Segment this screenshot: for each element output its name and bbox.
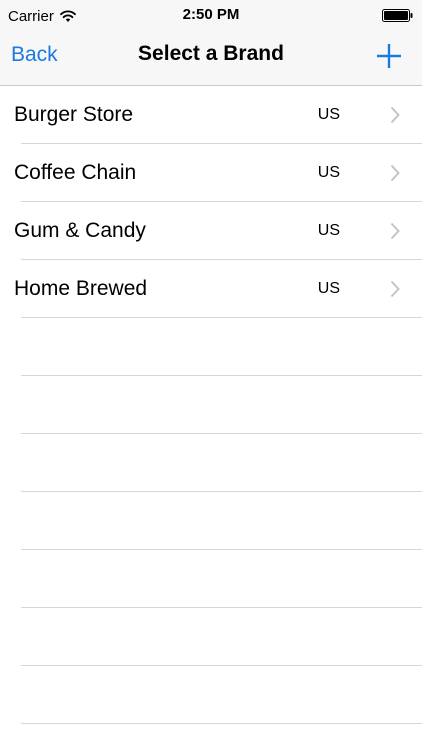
empty-table-row <box>0 492 422 550</box>
back-button[interactable]: Back <box>11 43 58 67</box>
empty-table-row <box>0 318 422 376</box>
screen: Carrier 2:50 PM Back Select a Brand Burg… <box>0 0 422 750</box>
chevron-right-icon <box>390 280 400 298</box>
page-title: Select a Brand <box>138 42 284 65</box>
table-row[interactable]: Home Brewed US <box>0 260 422 318</box>
chevron-right-icon <box>390 106 400 124</box>
status-time: 2:50 PM <box>182 6 240 23</box>
table-row[interactable]: Coffee Chain US <box>0 144 422 202</box>
empty-table-row <box>0 434 422 492</box>
brand-name: Burger Store <box>14 103 134 126</box>
table-row[interactable]: Burger Store US <box>0 86 422 144</box>
table-row[interactable]: Gum & Candy US <box>0 202 422 260</box>
brand-table: Burger Store US Coffee Chain US Gum & Ca… <box>0 86 422 750</box>
empty-table-row <box>0 550 422 608</box>
chevron-right-icon <box>390 164 400 182</box>
empty-table-row <box>0 376 422 434</box>
plus-icon[interactable] <box>374 41 404 71</box>
brand-region: US <box>317 164 340 181</box>
battery-full-icon <box>382 9 413 22</box>
chevron-right-icon <box>390 222 400 240</box>
navigation-bar: Back Select a Brand <box>0 30 422 86</box>
brand-name: Home Brewed <box>14 277 148 300</box>
brand-name: Gum & Candy <box>14 219 146 242</box>
brand-region: US <box>317 222 340 239</box>
empty-table-row <box>0 666 422 724</box>
brand-name: Coffee Chain <box>14 161 137 184</box>
empty-table-row <box>0 608 422 666</box>
brand-region: US <box>317 280 340 297</box>
brand-region: US <box>317 106 340 123</box>
status-bar: Carrier 2:50 PM <box>0 0 422 30</box>
